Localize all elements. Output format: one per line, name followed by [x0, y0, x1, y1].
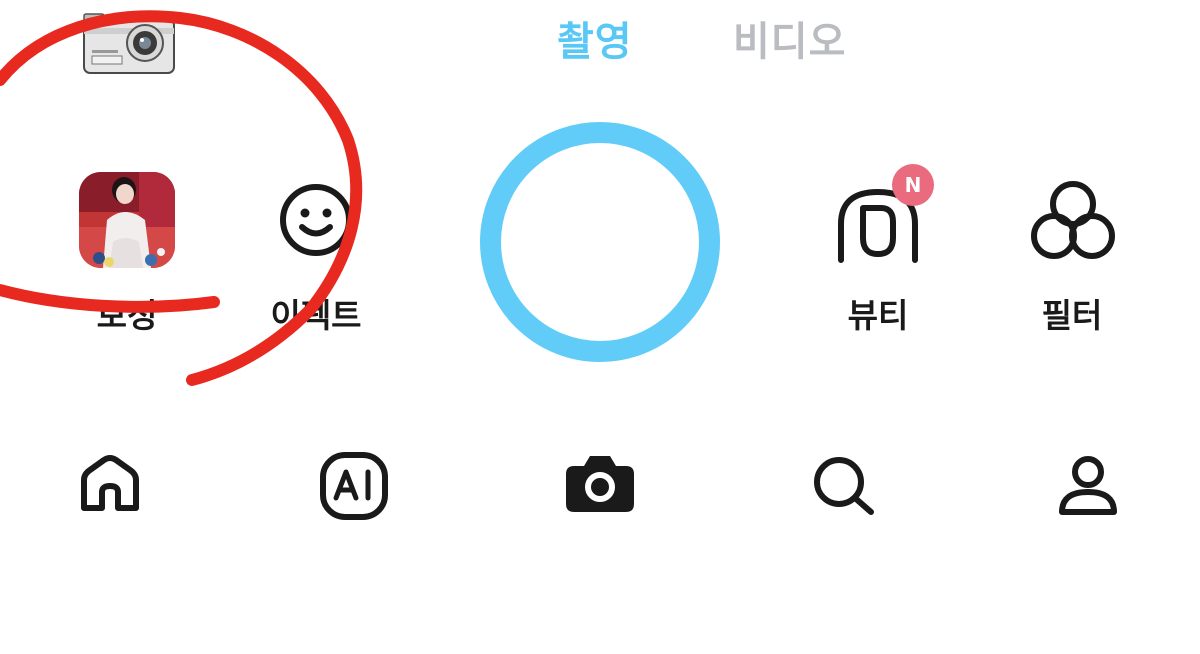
- nav-home[interactable]: [74, 450, 146, 522]
- beauty-label: 뷰티: [847, 296, 909, 335]
- ai-icon: [320, 452, 388, 520]
- filter-icon: [1030, 178, 1116, 264]
- new-badge: N: [892, 164, 934, 206]
- filter-label: 필터: [1041, 296, 1103, 335]
- profile-icon: [1059, 456, 1117, 515]
- home-icon: [81, 455, 139, 511]
- camera-icon: [566, 456, 634, 512]
- nav-profile[interactable]: [1052, 450, 1124, 522]
- search-icon: [814, 457, 874, 515]
- nav-search[interactable]: [807, 450, 879, 522]
- correction-thumbnail: [79, 172, 175, 268]
- nav-ai[interactable]: [318, 450, 390, 522]
- camera-screen: 촬영 비디오 보정 이펙트 N 뷰티 필터: [0, 0, 1200, 654]
- tab-video[interactable]: 비디오: [733, 14, 846, 70]
- smiley-icon: [278, 182, 354, 258]
- correction-label: 보정: [96, 296, 158, 335]
- nav-camera[interactable]: [562, 450, 634, 522]
- effect-label: 이펙트: [270, 296, 362, 335]
- shutter-button[interactable]: [480, 122, 720, 362]
- camera-sticker-icon[interactable]: [82, 10, 176, 76]
- tab-photo[interactable]: 촬영: [557, 14, 633, 70]
